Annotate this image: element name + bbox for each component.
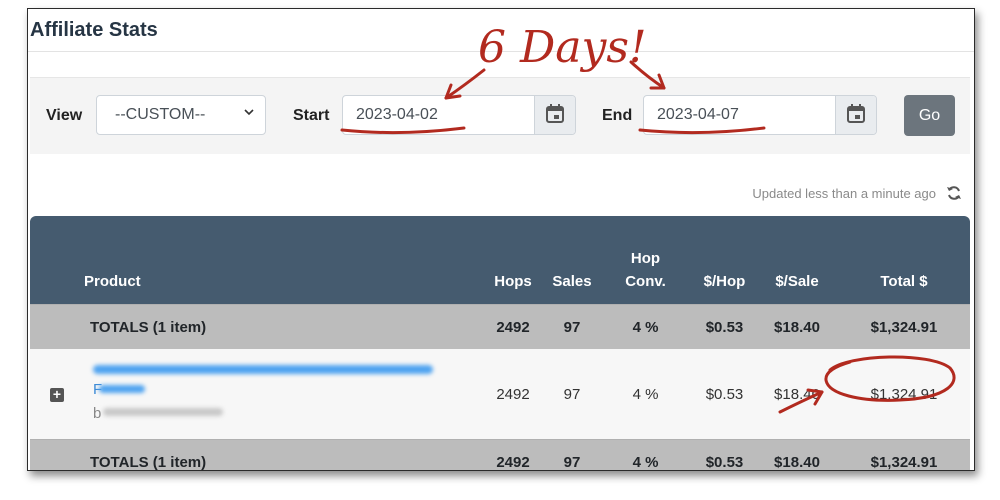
totals-row-top: TOTALS (1 item) 2492 97 4 % $0.53 $18.40…	[30, 304, 970, 349]
totals-total: $1,324.91	[838, 439, 970, 470]
item-per-hop: $0.53	[693, 349, 756, 440]
view-select[interactable]: --CUSTOM--	[96, 95, 266, 135]
view-label: View	[46, 107, 83, 124]
totals-sales: 97	[546, 304, 598, 349]
divider	[28, 51, 974, 52]
header-per-hop[interactable]: $/Hop	[693, 216, 756, 305]
item-conv: 4 %	[598, 349, 693, 440]
stats-table: Product Hops Sales Hop Conv. $/Hop $/Sal…	[30, 216, 970, 470]
end-calendar-button[interactable]	[835, 96, 876, 134]
header-hop-conv-line1: Hop	[630, 250, 661, 267]
expand-header	[30, 216, 82, 305]
refresh-icon[interactable]	[946, 185, 962, 206]
totals-per-sale: $18.40	[756, 304, 838, 349]
product-cell: F b	[82, 349, 480, 440]
start-calendar-button[interactable]	[534, 96, 575, 134]
totals-row-bottom: TOTALS (1 item) 2492 97 4 % $0.53 $18.40…	[30, 439, 970, 470]
page-title: Affiliate Stats	[30, 19, 158, 41]
item-total: $1,324.91	[838, 349, 970, 440]
end-date-input[interactable]: 2023-04-07	[643, 95, 877, 135]
item-hops: 2492	[480, 349, 546, 440]
totals-per-sale: $18.40	[756, 439, 838, 470]
chevron-down-icon	[243, 105, 255, 121]
header-total[interactable]: Total $	[838, 216, 970, 305]
totals-per-hop: $0.53	[693, 439, 756, 470]
view-select-value: --CUSTOM--	[115, 106, 206, 123]
item-per-sale: $18.40	[756, 349, 838, 440]
totals-conv: 4 %	[598, 304, 693, 349]
totals-per-hop: $0.53	[693, 304, 756, 349]
totals-sales: 97	[546, 439, 598, 470]
start-date-value: 2023-04-02	[356, 106, 438, 123]
updated-status: Updated less than a minute ago	[752, 186, 936, 201]
item-sales: 97	[546, 349, 598, 440]
calendar-icon	[546, 104, 564, 123]
header-hop-conv[interactable]: Hop Conv.	[598, 216, 693, 305]
end-date-value: 2023-04-07	[657, 106, 739, 123]
app-frame: Affiliate Stats View --CUSTOM-- Start 20…	[27, 8, 975, 471]
filter-panel: View --CUSTOM-- Start 2023-04-02 End 202…	[30, 77, 970, 154]
start-date-input[interactable]: 2023-04-02	[342, 95, 576, 135]
expand-plus-icon[interactable]: +	[50, 387, 64, 402]
totals-conv: 4 %	[598, 439, 693, 470]
totals-hops: 2492	[480, 304, 546, 349]
header-sales[interactable]: Sales	[546, 216, 598, 305]
end-label: End	[602, 107, 633, 124]
header-hop-conv-line2: Conv.	[625, 273, 666, 290]
table-header-row: Product Hops Sales Hop Conv. $/Hop $/Sal…	[30, 216, 970, 305]
totals-label: TOTALS (1 item)	[82, 439, 480, 470]
totals-total: $1,324.91	[838, 304, 970, 349]
header-hops[interactable]: Hops	[480, 216, 546, 305]
header-product[interactable]: Product	[82, 216, 480, 305]
table-row: + F b 2492 97 4 % $0.53 $18.40 $1,324.91	[30, 349, 970, 440]
start-label: Start	[293, 107, 330, 124]
totals-label: TOTALS (1 item)	[82, 304, 480, 349]
calendar-icon	[847, 104, 865, 123]
go-button[interactable]: Go	[904, 95, 955, 136]
product-name-line3: b	[93, 405, 102, 422]
product-link[interactable]: F b	[83, 359, 479, 429]
header-per-sale[interactable]: $/Sale	[756, 216, 838, 305]
totals-hops: 2492	[480, 439, 546, 470]
